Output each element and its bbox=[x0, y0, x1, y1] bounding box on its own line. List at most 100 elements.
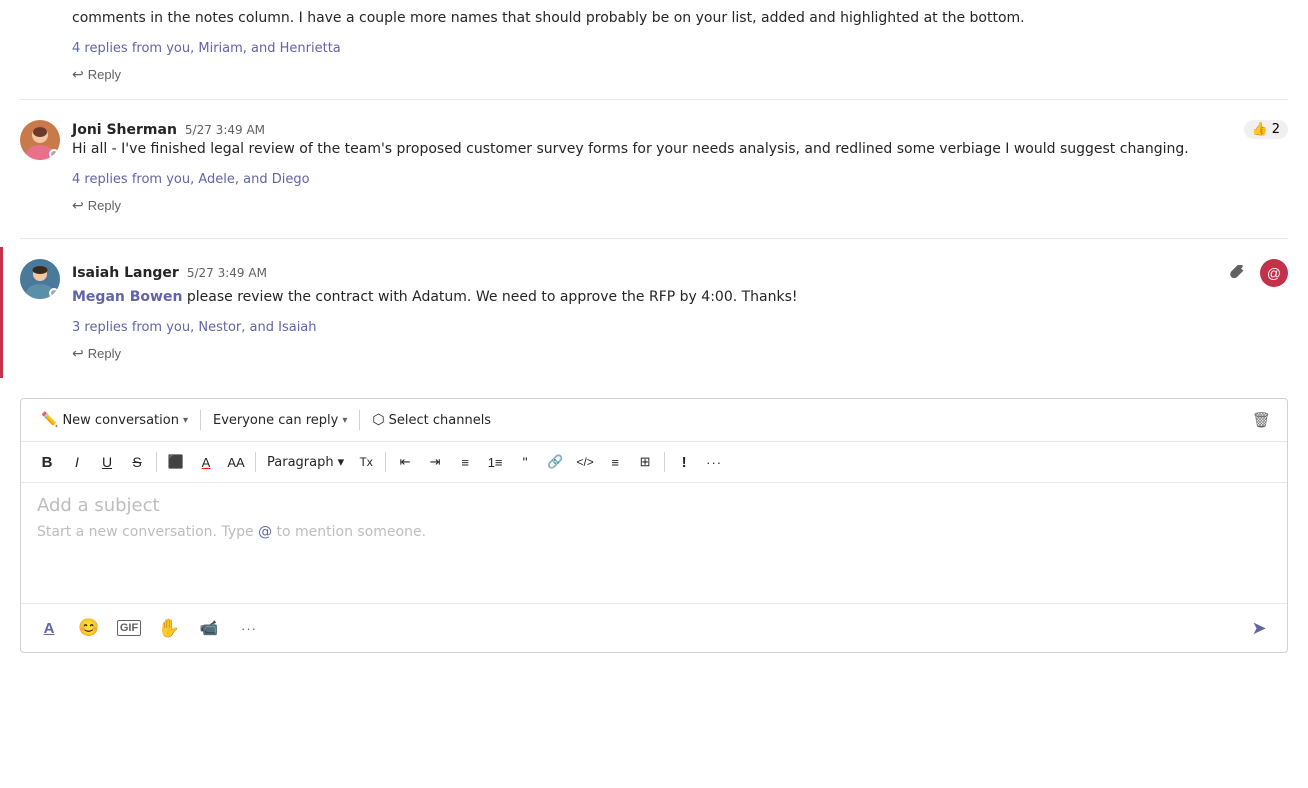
fmt-divider-3 bbox=[385, 452, 386, 472]
send-button[interactable]: ➤ bbox=[1243, 612, 1275, 644]
video-button[interactable]: 📹 bbox=[193, 612, 225, 644]
fmt-divider-1 bbox=[156, 452, 157, 472]
more-options-icon: ··· bbox=[241, 621, 257, 636]
time-joni: 5/27 3:49 AM bbox=[185, 123, 265, 137]
mention-name-isaiah: Megan Bowen bbox=[72, 289, 182, 305]
trash-button[interactable]: 🗑 bbox=[1248, 407, 1275, 433]
reaction-emoji-joni: 👍 bbox=[1252, 122, 1268, 137]
subject-placeholder[interactable]: Add a subject bbox=[37, 495, 1271, 516]
tab-divider-1 bbox=[200, 410, 201, 430]
message-block-isaiah: Isaiah Langer 5/27 3:49 AM @ Megan Bowen… bbox=[0, 247, 1308, 378]
font-color-button[interactable]: A bbox=[192, 448, 220, 476]
message-header-isaiah: Isaiah Langer 5/27 3:49 AM @ bbox=[72, 259, 1288, 287]
body-placeholder-text2: to mention someone. bbox=[272, 524, 426, 540]
compose-body[interactable]: Add a subject Start a new conversation. … bbox=[21, 483, 1287, 603]
time-isaiah: 5/27 3:49 AM bbox=[187, 266, 267, 280]
author-joni: Joni Sherman bbox=[72, 122, 177, 138]
select-channels-icon: ⬡ bbox=[372, 412, 384, 428]
fmt-divider-2 bbox=[255, 452, 256, 472]
reply-label-isaiah: Reply bbox=[88, 346, 121, 361]
avatar-joni bbox=[20, 120, 60, 160]
send-icon: ➤ bbox=[1251, 618, 1266, 639]
message-block-1: comments in the notes column. I have a c… bbox=[0, 0, 1308, 87]
fmt-divider-4 bbox=[664, 452, 665, 472]
bold-button[interactable]: B bbox=[33, 448, 61, 476]
code-button[interactable]: </> bbox=[571, 448, 599, 476]
message-text-after-mention: please review the contract with Adatum. … bbox=[187, 289, 798, 305]
reply-icon-joni: ↩ bbox=[72, 197, 84, 214]
new-conversation-chevron: ▾ bbox=[183, 415, 188, 426]
actions-isaiah: @ bbox=[1224, 259, 1288, 287]
everyone-can-reply-tab[interactable]: Everyone can reply ▾ bbox=[205, 409, 355, 432]
replies-link-joni[interactable]: 4 replies from you, Adele, and Diego bbox=[72, 172, 310, 187]
reaction-joni[interactable]: 👍 2 bbox=[1244, 120, 1288, 139]
format-toolbar: B I U S ⬛ A AA Paragraph ▾ Tx ⇤ ⇥ ≡ 1≡ "… bbox=[21, 442, 1287, 483]
message-continuation-text: comments in the notes column. I have a c… bbox=[72, 8, 1288, 29]
attachment-button-isaiah[interactable] bbox=[1224, 259, 1252, 287]
mention-icon: @ bbox=[1267, 265, 1281, 281]
mention-hint: @ bbox=[258, 524, 272, 540]
select-channels-tab[interactable]: ⬡ Select channels bbox=[364, 408, 499, 432]
reply-icon-1: ↩ bbox=[72, 66, 84, 83]
message-content-joni: Joni Sherman 5/27 3:49 AM 👍 2 Hi all - I… bbox=[72, 120, 1288, 230]
alert-button[interactable]: ! bbox=[670, 448, 698, 476]
reply-label-1: Reply bbox=[88, 67, 121, 82]
message-block-joni: Joni Sherman 5/27 3:49 AM 👍 2 Hi all - I… bbox=[0, 108, 1308, 230]
tab-divider-2 bbox=[359, 410, 360, 430]
align-button[interactable]: ≡ bbox=[601, 448, 629, 476]
numbered-list-button[interactable]: 1≡ bbox=[481, 448, 509, 476]
everyone-can-reply-label: Everyone can reply bbox=[213, 413, 338, 428]
format-text-button[interactable]: A bbox=[33, 612, 65, 644]
new-conversation-label: New conversation bbox=[62, 413, 179, 428]
reply-label-joni: Reply bbox=[88, 198, 121, 213]
italic-button[interactable]: I bbox=[63, 448, 91, 476]
everyone-can-reply-chevron: ▾ bbox=[342, 415, 347, 426]
table-button[interactable]: ⊞ bbox=[631, 448, 659, 476]
highlight-button[interactable]: ⬛ bbox=[162, 448, 190, 476]
avatar-isaiah bbox=[20, 259, 60, 299]
reply-button-1[interactable]: ↩ Reply bbox=[72, 62, 121, 87]
replies-link-1[interactable]: 4 replies from you, Miriam, and Henriett… bbox=[72, 41, 341, 56]
paragraph-label: Paragraph bbox=[267, 455, 334, 470]
select-channels-label: Select channels bbox=[389, 413, 491, 428]
avatar-status-joni bbox=[49, 149, 59, 159]
underline-button[interactable]: U bbox=[93, 448, 121, 476]
replies-link-isaiah[interactable]: 3 replies from you, Nestor, and Isaiah bbox=[72, 320, 317, 335]
compose-bottom-bar: A 😊 GIF ✋ 📹 ··· ➤ bbox=[21, 603, 1287, 652]
sticker-button[interactable]: ✋ bbox=[153, 612, 185, 644]
format-text-icon: A bbox=[44, 620, 55, 637]
spacer bbox=[0, 378, 1308, 390]
increase-indent-button[interactable]: ⇥ bbox=[421, 448, 449, 476]
reply-icon-isaiah: ↩ bbox=[72, 345, 84, 362]
reply-button-joni[interactable]: ↩ Reply bbox=[72, 193, 121, 218]
emoji-icon: 😊 bbox=[78, 618, 99, 638]
actions-joni: 👍 2 bbox=[1244, 120, 1288, 139]
mention-button-isaiah[interactable]: @ bbox=[1260, 259, 1288, 287]
more-options-button[interactable]: ··· bbox=[233, 612, 265, 644]
decrease-indent-button[interactable]: ⇤ bbox=[391, 448, 419, 476]
body-placeholder[interactable]: Start a new conversation. Type @ to ment… bbox=[37, 524, 1271, 540]
divider-2 bbox=[20, 238, 1288, 239]
emoji-button[interactable]: 😊 bbox=[73, 612, 105, 644]
paragraph-dropdown[interactable]: Paragraph ▾ bbox=[261, 451, 350, 474]
paragraph-chevron: ▾ bbox=[338, 455, 345, 470]
bullet-list-button[interactable]: ≡ bbox=[451, 448, 479, 476]
more-format-button[interactable]: ··· bbox=[700, 448, 728, 476]
reply-button-isaiah[interactable]: ↩ Reply bbox=[72, 341, 121, 366]
divider-1 bbox=[20, 99, 1288, 100]
hand-icon: ✋ bbox=[158, 618, 180, 639]
video-icon: 📹 bbox=[200, 619, 219, 637]
clear-format-button[interactable]: Tx bbox=[352, 448, 380, 476]
strikethrough-button[interactable]: S bbox=[123, 448, 151, 476]
message-header-joni: Joni Sherman 5/27 3:49 AM 👍 2 bbox=[72, 120, 1288, 139]
new-conversation-icon: ✏️ bbox=[41, 412, 58, 428]
gif-icon: GIF bbox=[117, 620, 141, 636]
link-button[interactable]: 🔗 bbox=[541, 448, 569, 476]
font-size-button[interactable]: AA bbox=[222, 448, 250, 476]
gif-button[interactable]: GIF bbox=[113, 612, 145, 644]
message-content-isaiah: Isaiah Langer 5/27 3:49 AM @ Megan Bowen… bbox=[72, 259, 1288, 378]
new-conversation-tab[interactable]: ✏️ New conversation ▾ bbox=[33, 408, 196, 432]
compose-top-toolbar: ✏️ New conversation ▾ Everyone can reply… bbox=[21, 399, 1287, 442]
quote-button[interactable]: " bbox=[511, 448, 539, 476]
avatar-status-isaiah bbox=[49, 288, 59, 298]
